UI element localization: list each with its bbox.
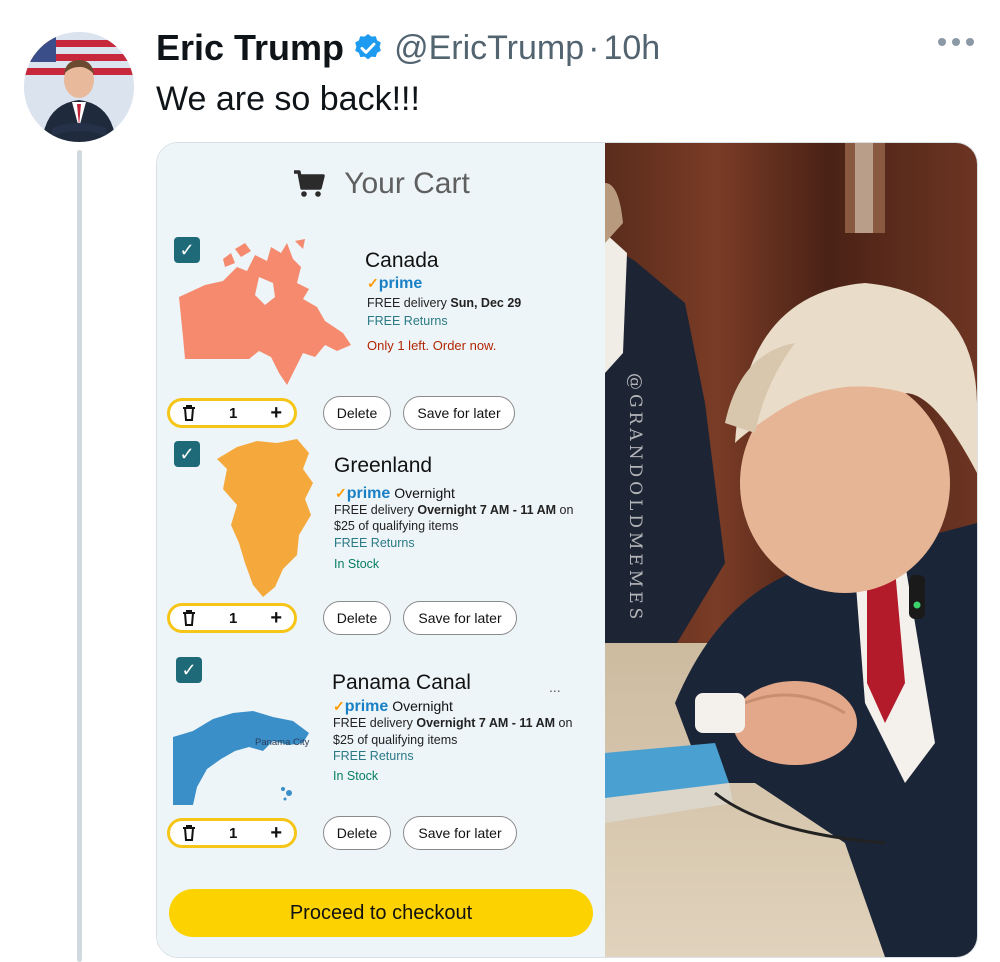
- proceed-to-checkout-button[interactable]: Proceed to checkout: [169, 889, 593, 937]
- trash-icon[interactable]: [182, 610, 196, 626]
- verified-badge-icon: [355, 34, 381, 60]
- qualifying-items-greenland: $25 of qualifying items: [334, 519, 459, 533]
- more-dots-icon[interactable]: [938, 38, 974, 46]
- cart-title: Your Cart: [344, 167, 470, 200]
- author-handle[interactable]: @EricTrump: [394, 29, 584, 68]
- save-for-later-button-panama-canal[interactable]: Save for later: [403, 816, 517, 850]
- delete-button-canada[interactable]: Delete: [323, 396, 391, 430]
- cart-panel: Your Cart ✓ Canada ✓prime FREE delivery …: [157, 143, 605, 957]
- item-name-panama-canal[interactable]: Panama Canal: [332, 671, 471, 695]
- plus-icon[interactable]: +: [270, 822, 282, 845]
- watermark: @GRANDOLDMEMES: [625, 373, 645, 624]
- stock-status-panama-canal: In Stock: [333, 769, 379, 783]
- prime-badge-greenland: ✓prime Overnight: [335, 485, 455, 502]
- free-returns-link-canada[interactable]: FREE Returns: [367, 314, 448, 328]
- free-returns-link-panama-canal[interactable]: FREE Returns: [333, 749, 414, 763]
- tweet-text: We are so back!!!: [156, 80, 420, 118]
- cart-header: Your Cart: [157, 167, 605, 201]
- delivery-info-greenland: FREE delivery Overnight 7 AM - 11 AM on: [334, 503, 574, 517]
- author-avatar[interactable]: [24, 32, 134, 142]
- prime-badge-panama-canal: ✓prime Overnight: [333, 698, 453, 715]
- item-name-canada[interactable]: Canada: [365, 249, 439, 273]
- tweet-timestamp[interactable]: 10h: [603, 29, 660, 68]
- qualifying-items-panama-canal: $25 of qualifying items: [333, 733, 458, 747]
- delivery-info-canada: FREE delivery Sun, Dec 29: [367, 296, 522, 310]
- canada-map: [179, 239, 351, 385]
- author-name[interactable]: Eric Trump: [156, 27, 344, 69]
- plus-icon[interactable]: +: [270, 402, 282, 425]
- panama-map: [173, 711, 309, 805]
- trash-icon[interactable]: [182, 405, 196, 421]
- greenland-map: [217, 439, 313, 597]
- save-for-later-button-canada[interactable]: Save for later: [403, 396, 515, 430]
- item-name-greenland[interactable]: Greenland: [334, 454, 432, 478]
- delete-button-panama-canal[interactable]: Delete: [323, 816, 391, 850]
- separator-dot: ·: [588, 28, 600, 67]
- trash-icon[interactable]: [182, 825, 196, 841]
- shopping-cart-icon: [294, 170, 325, 197]
- tweet-header: Eric Trump @EricTrump · 10h: [156, 26, 660, 70]
- thread-line: [77, 150, 82, 962]
- stock-status-greenland: In Stock: [334, 557, 380, 571]
- photo-man-with-phone: [605, 143, 977, 957]
- quantity-value: 1: [228, 609, 238, 627]
- delete-button-greenland[interactable]: Delete: [323, 601, 391, 635]
- save-for-later-button-greenland[interactable]: Save for later: [403, 601, 517, 635]
- map-label-panama-city: Panama City: [255, 737, 310, 748]
- tweet-media[interactable]: Your Cart ✓ Canada ✓prime FREE delivery …: [156, 142, 978, 958]
- quantity-stepper-canada[interactable]: 1 +: [167, 398, 297, 428]
- stock-status-canada: Only 1 left. Order now.: [367, 338, 497, 353]
- prime-badge-canada: ✓prime: [367, 275, 423, 292]
- quantity-stepper-greenland[interactable]: 1 +: [167, 603, 297, 633]
- delivery-info-panama-canal: FREE delivery Overnight 7 AM - 11 AM on: [333, 716, 573, 730]
- item-more-icon[interactable]: ...: [549, 679, 561, 695]
- quantity-value: 1: [228, 404, 238, 422]
- item-checkbox-panama-canal[interactable]: ✓: [176, 657, 202, 683]
- quantity-stepper-panama-canal[interactable]: 1 +: [167, 818, 297, 848]
- quantity-value: 1: [228, 824, 238, 842]
- free-returns-link-greenland[interactable]: FREE Returns: [334, 536, 415, 550]
- item-checkbox-greenland[interactable]: ✓: [174, 441, 200, 467]
- plus-icon[interactable]: +: [270, 607, 282, 630]
